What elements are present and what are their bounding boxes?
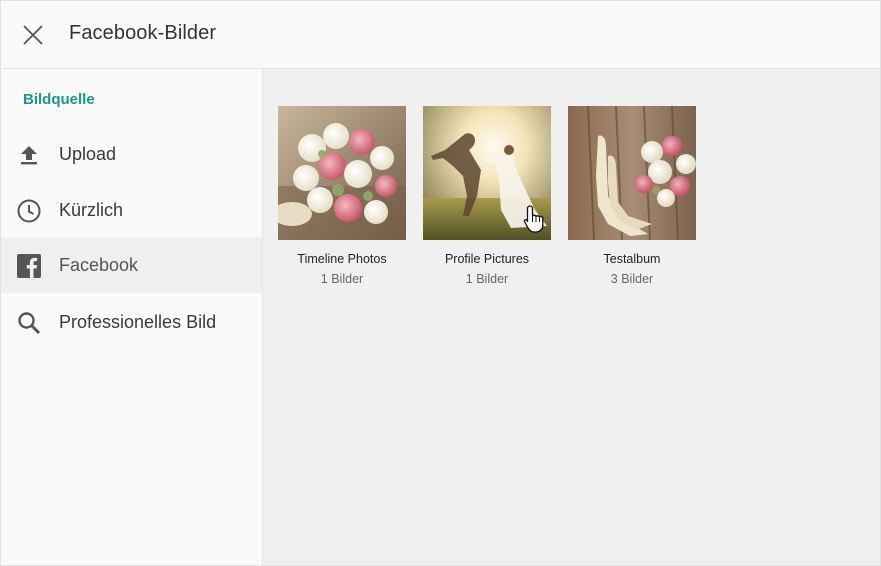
album-grid: Timeline Photos 1 Bilder Profile Picture… [263, 69, 880, 565]
album-name: Timeline Photos [297, 252, 387, 266]
album-count: 1 Bilder [465, 272, 509, 286]
sidebar-item-label: Upload [59, 143, 117, 164]
facebook-icon [15, 252, 43, 280]
sidebar-item-label: Facebook [59, 254, 139, 275]
album-name: Profile Pictures [444, 252, 530, 266]
dialog-title: Facebook-Bilder [69, 22, 217, 44]
upload-icon [15, 141, 43, 169]
album-name: Testalbum [603, 252, 661, 266]
sidebar-item-facebook[interactable]: Facebook [1, 237, 262, 293]
sidebar: Bildquelle Upload Kürzlich Facebook Prof… [1, 69, 263, 565]
album-testalbum[interactable]: Testalbum 3 Bilder [568, 106, 696, 286]
sidebar-item-recent[interactable]: Kürzlich [1, 182, 262, 238]
album-count: 1 Bilder [320, 272, 364, 286]
album-thumbnail[interactable] [278, 106, 406, 240]
close-button[interactable] [17, 19, 49, 51]
search-icon [15, 309, 43, 337]
album-timeline-photos[interactable]: Timeline Photos 1 Bilder [278, 106, 406, 286]
sidebar-item-professional-image[interactable]: Professionelles Bild [1, 294, 262, 350]
hand-pointer-cursor [523, 205, 544, 233]
album-thumbnail[interactable] [568, 106, 696, 240]
album-profile-pictures[interactable]: Profile Pictures 1 Bilder [423, 106, 551, 286]
close-icon [23, 25, 43, 45]
clock-icon [15, 197, 43, 225]
facebook-images-dialog: Facebook-Bilder Bildquelle Upload Kürzli… [0, 0, 881, 566]
sidebar-item-upload[interactable]: Upload [1, 126, 262, 182]
sidebar-heading: Bildquelle [23, 91, 95, 108]
sidebar-item-label: Kürzlich [59, 199, 124, 220]
sidebar-item-label: Professionelles Bild [59, 311, 217, 332]
album-count: 3 Bilder [610, 272, 654, 286]
dialog-header: Facebook-Bilder [1, 1, 880, 69]
